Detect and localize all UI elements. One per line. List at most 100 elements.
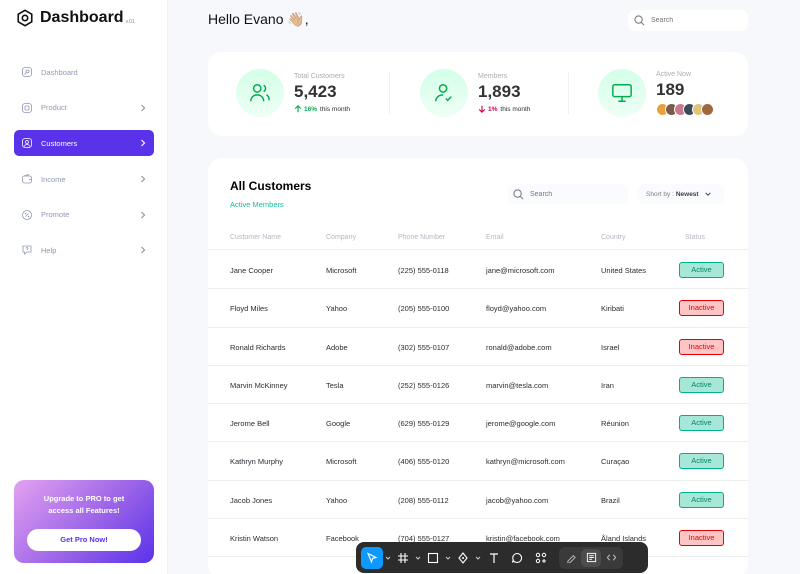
actions-icon <box>535 552 547 563</box>
sidebar-item-promote[interactable]: Promote <box>14 202 154 228</box>
profile-tick-icon <box>420 69 468 117</box>
customer-phone: (252) 555-0126 <box>398 380 450 390</box>
header-search[interactable] <box>628 10 748 31</box>
customer-email: jacob@yahoo.com <box>486 495 549 505</box>
customer-country: Kiribati <box>601 304 624 314</box>
draw-mode-button[interactable] <box>561 549 581 567</box>
sidebar-nav: Dashboard Product Customers Income Promo… <box>14 59 154 273</box>
column-header: Customer Name <box>230 234 281 241</box>
comment-tool-button[interactable] <box>505 547 529 569</box>
table-row[interactable]: Jane Cooper Microsoft (225) 555-0118 jan… <box>208 251 748 290</box>
customer-company: Adobe <box>326 342 348 352</box>
brand-title: Dashboard <box>40 9 124 26</box>
hexagon-logo-icon <box>17 9 33 27</box>
stat-value: 1,893 <box>478 82 521 101</box>
user-square-icon <box>20 137 33 150</box>
frame-tool-button[interactable] <box>393 547 413 569</box>
table-row[interactable]: Jacob Jones Yahoo (208) 555-0112 jacob@y… <box>208 481 748 520</box>
stat-members: Members 1,893 1% this month <box>420 69 530 117</box>
actions-button[interactable] <box>529 547 553 569</box>
shape-tool-icon <box>427 552 439 563</box>
trend-suffix: this month <box>500 105 531 113</box>
sidebar: Dashboard v.01 Dashboard Product Custome… <box>0 0 168 574</box>
sidebar-item-label: Product <box>41 103 67 113</box>
customer-company: Microsoft <box>326 266 357 275</box>
arrow-down-icon <box>478 105 486 113</box>
sidebar-item-help[interactable]: Help <box>14 237 154 263</box>
trend-value: 1% <box>488 105 498 113</box>
table-row[interactable]: Kathryn Murphy Microsoft (406) 555-0120 … <box>208 442 748 481</box>
active-avatars <box>656 102 714 116</box>
monitor-icon <box>598 69 646 117</box>
search-icon <box>513 188 524 199</box>
shape-tool-menu[interactable] <box>443 547 453 569</box>
column-header: Phone Number <box>398 234 446 241</box>
brand[interactable]: Dashboard v.01 <box>16 9 135 27</box>
customer-name: Jerome Bell <box>230 419 270 429</box>
table-row[interactable]: Jerome Bell Google (629) 555-0129 jerome… <box>208 404 748 443</box>
search-input[interactable] <box>530 190 610 198</box>
chevron-down-icon <box>385 556 391 560</box>
customer-country: Brazil <box>601 495 620 505</box>
pen-tool-menu[interactable] <box>473 547 483 569</box>
avatar <box>701 102 714 116</box>
status-badge: Active <box>679 453 724 470</box>
customer-email: floyd@yahoo.com <box>486 304 547 314</box>
sidebar-item-label: Promote <box>41 210 70 220</box>
promo-text: Upgrade to PRO to get access all Feature… <box>43 494 125 515</box>
customer-country: Réunion <box>601 419 629 429</box>
customers-subtitle[interactable]: Active Members <box>230 200 284 209</box>
customer-company: Tesla <box>326 380 344 390</box>
customer-email: jane@microsoft.com <box>486 266 555 275</box>
divider <box>389 72 390 114</box>
search-input[interactable] <box>651 17 731 24</box>
sidebar-item-dashboard[interactable]: Dashboard <box>14 59 154 85</box>
key-square-icon <box>20 66 33 79</box>
sort-dropdown[interactable]: Short by : Newest <box>638 184 724 204</box>
pen-tool-button[interactable] <box>453 547 473 569</box>
stat-total-customers: Total Customers 5,423 16% this month <box>236 69 350 117</box>
chevron-down-icon <box>415 556 421 560</box>
sort-value: Newest <box>675 190 699 198</box>
sidebar-item-customers[interactable]: Customers <box>14 130 154 157</box>
table-row[interactable]: Marvin McKinney Tesla (252) 555-0126 mar… <box>208 366 748 405</box>
draw-mode-icon <box>566 555 576 563</box>
get-pro-button[interactable]: Get Pro Now! <box>27 529 141 551</box>
dev-mode-button[interactable] <box>601 549 621 567</box>
design-mode-icon <box>586 552 596 563</box>
customer-email: kathryn@microsoft.com <box>486 457 565 467</box>
dev-mode-icon <box>606 554 616 561</box>
upgrade-pro-card: Upgrade to PRO to get access all Feature… <box>14 480 154 563</box>
search-icon <box>634 15 645 26</box>
table-row[interactable]: Ronald Richards Adobe (302) 555-0107 ron… <box>208 328 748 366</box>
move-tool-menu[interactable] <box>383 547 393 569</box>
stat-label: Active Now <box>656 70 692 78</box>
table-header: Customer Name Company Phone Number Email… <box>208 230 748 250</box>
greeting-title: Hello Evano 👋🏼, <box>208 11 309 27</box>
customer-company: Yahoo <box>326 495 348 505</box>
brand-version: v.01 <box>125 19 135 25</box>
design-mode-button[interactable] <box>581 548 601 567</box>
mode-switcher <box>559 546 623 569</box>
frame-tool-menu[interactable] <box>413 547 423 569</box>
stat-value: 5,423 <box>294 82 337 101</box>
chevron-right-icon <box>141 175 146 183</box>
table-row[interactable]: Floyd Miles Yahoo (205) 555-0100 floyd@y… <box>208 289 748 328</box>
pen-tool-icon <box>458 551 468 564</box>
customers-card: All Customers Active Members Short by : … <box>208 158 748 574</box>
sidebar-item-income[interactable]: Income <box>14 166 154 192</box>
chevron-right-icon <box>141 104 146 112</box>
customer-phone: (629) 555-0129 <box>398 419 450 429</box>
customers-search[interactable] <box>508 184 628 204</box>
stat-trend: 1% this month <box>478 105 530 113</box>
move-tool-button[interactable] <box>361 546 383 569</box>
column-header: Email <box>486 234 504 241</box>
customer-name: Jane Cooper <box>230 266 273 275</box>
customer-name: Floyd Miles <box>230 304 268 314</box>
text-tool-button[interactable] <box>483 547 505 569</box>
shape-tool-button[interactable] <box>423 547 443 569</box>
chevron-right-icon <box>141 139 146 147</box>
sidebar-item-product[interactable]: Product <box>14 95 154 121</box>
stat-trend: 16% this month <box>294 105 350 113</box>
customer-email: jerome@google.com <box>486 419 556 429</box>
